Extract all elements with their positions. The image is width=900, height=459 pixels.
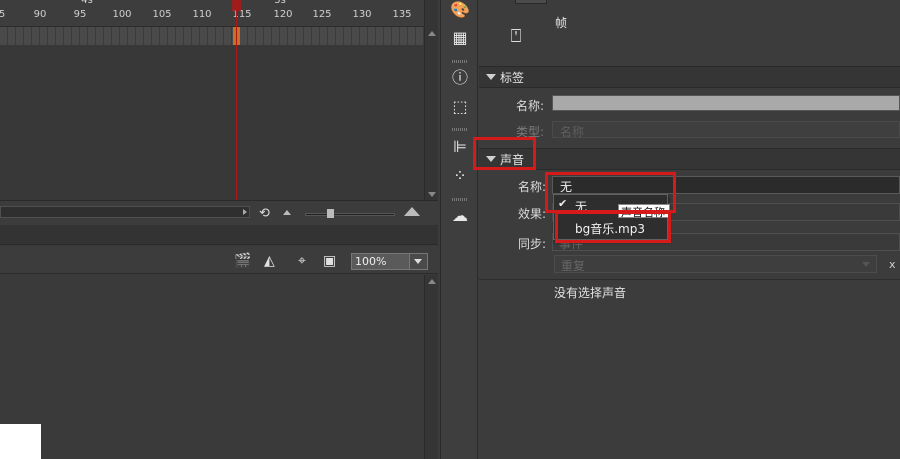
palette-icon[interactable]: 🎨 [450,0,470,20]
label-type-value: 名称 [560,125,585,139]
effect-label: 效果: [518,207,547,221]
ruler-tick: 95 [73,9,87,20]
ruler-tick: 110 [192,9,212,20]
ruler-tick: 130 [352,9,372,20]
no-sound-message: 没有选择声音 [554,286,627,300]
label-section-header[interactable]: 标签 [479,66,900,88]
timeline-zoom-thumb[interactable] [327,209,334,218]
ruler-tick: 5 [0,9,6,20]
sync-label: 同步: [518,237,547,251]
label-section-title: 标签 [500,71,525,85]
scroll-up-arrow-icon[interactable] [428,31,436,36]
divider [479,279,900,280]
timeline-zoom-out-icon[interactable] [283,210,291,215]
motion-icon[interactable]: ⁘ [450,166,470,186]
label-name-input[interactable] [552,95,900,111]
grip-handle[interactable] [452,198,468,201]
repeat-count-suffix: x [889,258,896,271]
properties-tab[interactable] [515,0,547,4]
grip-handle[interactable] [452,128,468,131]
ruler-tick: 105 [152,9,172,20]
stage-zoom-select[interactable]: 100% [351,253,428,270]
second-marker: 5s [274,0,286,6]
highlight-box-sound-name [545,172,676,213]
label-type-select[interactable]: 名称 [552,121,900,139]
grip-handle[interactable] [452,60,468,63]
sound-name-label: 名称: [518,180,547,194]
highlight-box-mp3-option [555,211,671,243]
chevron-down-icon[interactable] [862,262,870,267]
scroll-down-arrow-icon[interactable] [428,192,436,197]
scroll-up-arrow-icon[interactable] [428,279,436,284]
info-icon[interactable]: ⓘ [450,68,470,88]
timeline-layers-area[interactable] [0,45,424,200]
ruler-tick: 120 [273,9,293,20]
chevron-down-icon[interactable] [409,254,427,269]
timeline-zoom-slider[interactable] [305,213,395,216]
frame-type-title: 帧 [555,16,568,30]
cc-libraries-icon[interactable]: ☁ [450,206,470,226]
label-name-label: 名称: [516,99,545,113]
collapse-triangle-icon[interactable] [486,74,496,80]
repeat-select[interactable]: 重复 [554,255,877,273]
second-marker: 4s [81,0,93,6]
transform-icon[interactable]: ⬚ [450,97,470,117]
scroll-right-arrow-icon[interactable] [243,209,247,215]
clapper-icon[interactable]: 🎬 [234,254,251,268]
playhead-handle[interactable] [232,0,241,11]
symbol-icon[interactable]: ◭ [264,254,275,268]
stage-vertical-scrollbar[interactable] [424,275,438,459]
center-stage-icon[interactable]: ⌖ [298,254,306,268]
ruler-tick: 125 [312,9,332,20]
align-icon[interactable]: ⊫ [450,137,470,157]
stage-tab-bar [0,225,438,245]
clip-icon[interactable]: ▣ [323,254,336,268]
timeline-horizontal-scrollbar[interactable] [0,206,250,218]
stage-area[interactable] [0,275,424,459]
timeline-vertical-scrollbar[interactable] [424,0,438,200]
highlight-box-sound-header [473,137,536,170]
loop-icon[interactable]: ⟲ [259,207,275,220]
frame-icon: ⍞ [510,26,522,47]
stage-zoom-value: 100% [355,255,387,268]
ruler-tick: 90 [33,9,47,20]
frame-cells[interactable] [0,27,424,45]
stage-canvas[interactable] [0,424,41,459]
ruler-tick: 135 [392,9,412,20]
grid-icon[interactable]: ▦ [450,28,470,48]
sound-section-header[interactable]: 声音 [479,148,900,170]
frame-ruler[interactable]: 5 90 95 100 105 110 115 120 125 130 135 … [0,0,424,27]
playhead[interactable] [236,0,237,200]
panel-icon-strip: 🎨 ▦ ⓘ ⬚ ⊫ ⁘ ☁ [440,0,478,459]
ruler-tick: 100 [112,9,132,20]
repeat-value: 重复 [561,259,586,273]
timeline-zoom-in-icon[interactable] [404,207,420,216]
